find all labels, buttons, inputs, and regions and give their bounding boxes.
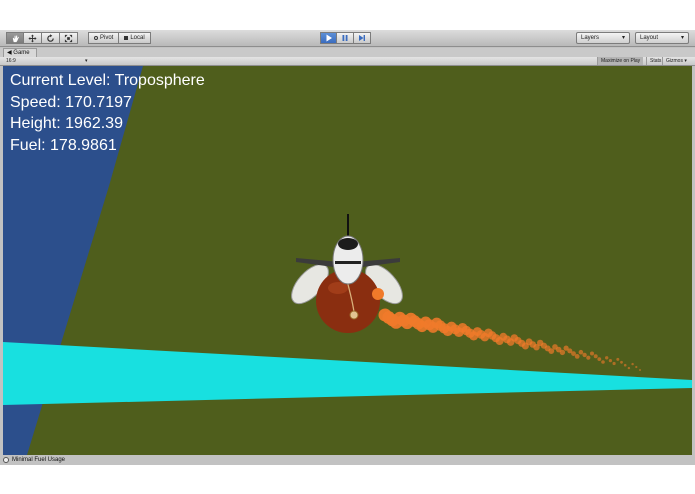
shuttle-stripe xyxy=(335,261,361,264)
scale-icon xyxy=(64,34,73,42)
exhaust-particle xyxy=(574,354,580,359)
game-view-controls: 16:9 ▾ Maximize on Play Stats Gizmos ▾ xyxy=(0,57,695,66)
local-button[interactable]: Local xyxy=(119,32,151,44)
exhaust-particle xyxy=(623,363,627,367)
exhaust-particle xyxy=(616,357,620,361)
exhaust-particle xyxy=(593,354,598,359)
maximize-on-play-button[interactable]: Maximize on Play xyxy=(597,57,644,65)
chevron-down-icon: ▾ xyxy=(621,35,625,41)
pause-icon xyxy=(342,35,348,41)
exhaust-particle xyxy=(590,351,594,356)
game-tab-label: Game xyxy=(13,50,30,56)
stats-label: Stats xyxy=(650,58,662,64)
exhaust-particle xyxy=(639,369,641,371)
exhaust-dot xyxy=(372,288,384,300)
chevron-down-icon: ▾ xyxy=(684,58,687,64)
exhaust-particle xyxy=(612,361,616,366)
layout-dropdown[interactable]: Layout ▾ xyxy=(635,32,689,44)
maximize-label: Maximize on Play xyxy=(601,58,641,64)
exhaust-particle xyxy=(559,349,566,356)
local-icon xyxy=(124,36,129,40)
move-tool-button[interactable] xyxy=(24,32,42,44)
exhaust-particle xyxy=(578,349,584,355)
layers-label: Layers xyxy=(581,35,600,41)
exhaust-particle xyxy=(620,360,623,364)
playback-controls xyxy=(320,32,371,44)
exhaust-particle xyxy=(601,360,605,364)
hand-icon xyxy=(12,34,19,42)
gizmos-dropdown[interactable]: Gizmos ▾ xyxy=(662,57,690,65)
status-bar: Minimal Fuel Usage xyxy=(0,455,695,465)
exhaust-particle xyxy=(635,365,638,369)
scale-tool-button[interactable] xyxy=(60,32,78,44)
exhaust-particle xyxy=(582,352,587,358)
game-viewport[interactable]: Current Level: Troposphere Speed: 170.71… xyxy=(3,66,692,455)
rotate-tool-button[interactable] xyxy=(42,32,60,44)
pivot-icon xyxy=(94,36,98,40)
play-icon xyxy=(326,34,332,42)
chevron-down-icon: ▾ xyxy=(680,35,684,41)
exhaust-particle xyxy=(608,359,613,363)
step-button[interactable] xyxy=(354,32,371,44)
exhaust-particle xyxy=(586,355,591,360)
hud-panel: Current Level: Troposphere Speed: 170.71… xyxy=(10,70,205,156)
gizmos-label: Gizmos xyxy=(666,58,683,64)
rotate-icon xyxy=(47,33,54,42)
shuttle-cockpit xyxy=(338,238,358,250)
unity-editor-window: Pivot Local Layers ▾ Layout ▾ ◀ Game 16:… xyxy=(0,30,695,465)
current-level-text: Current Level: Troposphere xyxy=(10,72,205,89)
exhaust-particle xyxy=(627,366,631,370)
aspect-label: 16:9 xyxy=(6,58,16,64)
pivot-label: Pivot xyxy=(100,35,114,41)
transform-tools xyxy=(6,32,78,44)
tab-game[interactable]: ◀ Game xyxy=(3,48,37,57)
fuel-text: Fuel: 178.9861 xyxy=(10,136,117,154)
height-text: Height: 1962.39 xyxy=(10,115,123,132)
layers-dropdown[interactable]: Layers ▾ xyxy=(576,32,630,44)
local-label: Local xyxy=(130,35,145,41)
chevron-down-icon: ▾ xyxy=(85,58,88,64)
exhaust-particle xyxy=(597,357,602,361)
pivot-button[interactable]: Pivot xyxy=(88,32,120,44)
status-message: Minimal Fuel Usage xyxy=(12,457,66,463)
aspect-dropdown[interactable]: 16:9 ▾ xyxy=(3,57,93,66)
move-icon xyxy=(28,33,37,43)
info-icon xyxy=(3,457,9,463)
exhaust-particle xyxy=(631,362,634,366)
pivot-toggles: Pivot Local xyxy=(88,32,151,44)
play-button[interactable] xyxy=(320,32,337,44)
speed-text: Speed: 170.7197 xyxy=(10,93,132,111)
hand-tool-button[interactable] xyxy=(6,32,24,44)
layout-label: Layout xyxy=(640,35,659,41)
tab-bar: ◀ Game xyxy=(0,48,695,57)
pause-button[interactable] xyxy=(337,32,354,44)
step-icon xyxy=(359,35,365,41)
balloon-valve xyxy=(349,310,359,320)
exhaust-particle xyxy=(605,356,609,360)
main-toolbar: Pivot Local Layers ▾ Layout ▾ xyxy=(0,30,695,47)
